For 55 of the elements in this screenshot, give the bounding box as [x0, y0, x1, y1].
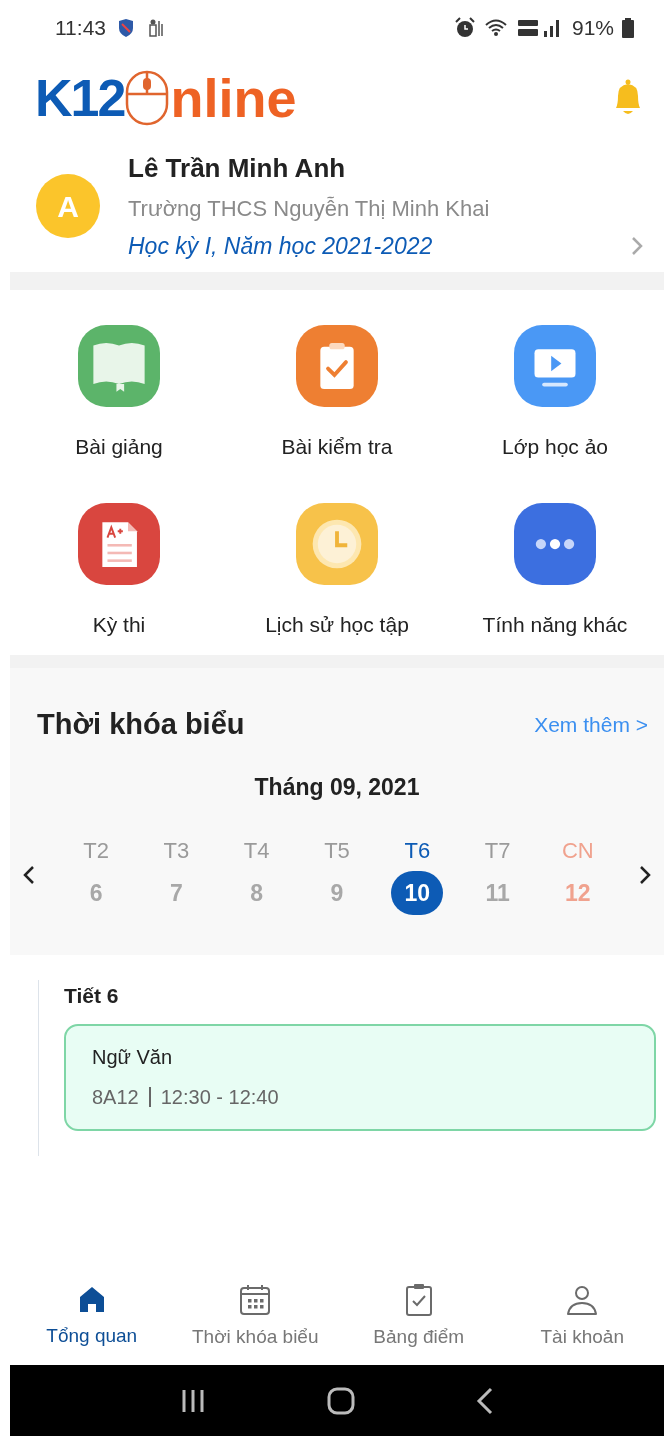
chevron-right-icon[interactable] [638, 863, 652, 886]
recent-apps-icon[interactable] [180, 1387, 207, 1414]
wifi-icon [483, 17, 508, 38]
student-name: Lê Trần Minh Anh [128, 151, 347, 185]
nav-tab[interactable]: Thời khóa biểu [173, 1283, 337, 1352]
lesson-time: 12:30 - 12:40 [160, 1085, 279, 1110]
feature-label[interactable]: Kỳ thi [92, 608, 146, 640]
nav-tab-label: Bảng điểm [373, 1325, 465, 1350]
school-term[interactable]: Học kỳ I, Năm học 2021-2022 [128, 228, 433, 264]
feature-label[interactable]: Lớp học ảo [502, 431, 608, 463]
battery-percent: 91% [571, 14, 614, 41]
clipboard-check-icon [296, 325, 378, 407]
weekday-label: T3 [163, 837, 190, 865]
feature-label[interactable]: Tính năng khác [482, 608, 628, 640]
lesson-card[interactable]: Ngữ Văn 8A12 12:30 - 12:40 [64, 1023, 656, 1131]
weekday-label: T7 [484, 837, 511, 865]
shield-icon [118, 18, 134, 37]
nav-tab-label: Tài khoản [540, 1325, 624, 1350]
figures-icon [146, 17, 166, 38]
weekday-label: T4 [243, 837, 270, 865]
battery-icon [622, 17, 634, 38]
home-button-icon[interactable] [327, 1386, 355, 1415]
weekday-label: T6 [404, 837, 431, 865]
back-icon[interactable] [475, 1386, 494, 1415]
clock-icon [296, 502, 378, 585]
more-dots-icon [514, 502, 596, 585]
nav-tab[interactable]: Bảng điểm [337, 1283, 501, 1352]
subject-name: Ngữ Văn [92, 1045, 174, 1070]
clipboard-check-icon [403, 1283, 434, 1318]
feature-label[interactable]: Bài giảng [75, 431, 163, 463]
video-screen-icon [514, 325, 596, 407]
weekday-label: T2 [83, 837, 109, 865]
status-time: 11:43 [55, 14, 106, 41]
calendar-icon [238, 1283, 273, 1318]
nav-tab[interactable]: Tài khoản [500, 1283, 664, 1352]
nav-tab-label: Tổng quan [46, 1324, 138, 1349]
alarm-icon [453, 16, 476, 39]
nav-tab-label: Thời khóa biểu [191, 1325, 319, 1350]
period-label: Tiết 6 [64, 983, 120, 1009]
nav-tab[interactable]: Tổng quan [10, 1284, 174, 1351]
school-name: Trường THCS Nguyễn Thị Minh Khai [128, 194, 491, 223]
class-name: 8A12 [92, 1085, 139, 1110]
date-button[interactable]: 10 [391, 871, 444, 915]
k12online-logo: K12 nline [35, 69, 297, 126]
feature-label[interactable]: Bài kiểm tra [281, 431, 393, 463]
weekday-label: CN [561, 837, 594, 865]
section-title: Thời khóa biểu [37, 707, 245, 742]
person-icon [565, 1283, 600, 1318]
book-icon [78, 325, 160, 407]
month-label: Tháng 09, 2021 [253, 772, 421, 802]
weekday-label: T5 [324, 837, 350, 865]
chevron-left-icon[interactable] [22, 863, 36, 886]
avatar: A [36, 174, 100, 238]
document-grade-icon [78, 502, 160, 585]
feature-label[interactable]: Lịch sử học tập [265, 608, 409, 640]
